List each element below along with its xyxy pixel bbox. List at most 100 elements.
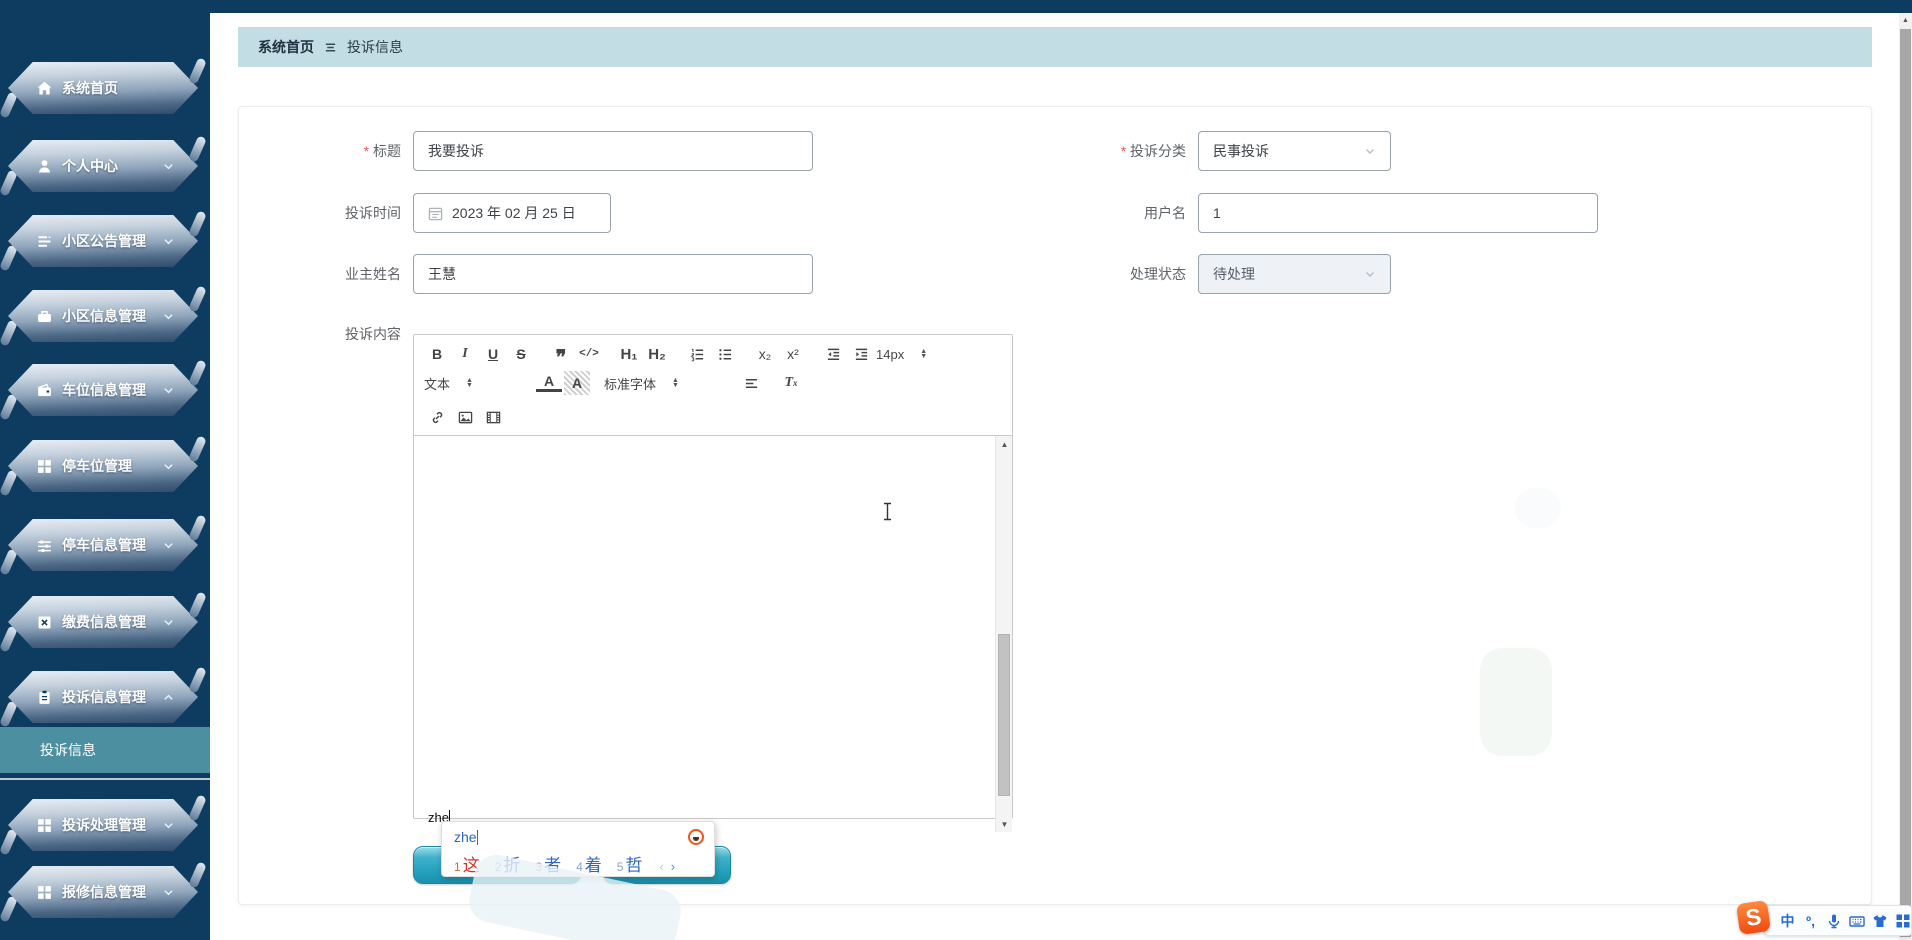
page-scrollbar[interactable]: ▲ (1899, 13, 1912, 940)
sidebar-item-label: 缴费信息管理 (62, 614, 146, 630)
sogou-logo-icon[interactable] (688, 829, 704, 845)
chinese-mode-icon[interactable]: 中 (1779, 911, 1796, 931)
content-label: 投诉内容 (345, 326, 401, 342)
time-label: 投诉时间 (345, 205, 401, 221)
subscript-button[interactable]: x₂ (752, 342, 778, 366)
scroll-up-icon[interactable]: ▲ (1899, 13, 1912, 28)
category-select[interactable]: 民事投诉 (1198, 131, 1391, 171)
sidebar-item-community-info[interactable]: 小区信息管理 (8, 290, 198, 342)
keyboard-icon[interactable] (1848, 913, 1865, 929)
sidebar-item-label: 系统首页 (62, 80, 118, 96)
sidebar-item-label: 投诉处理管理 (62, 817, 146, 833)
chevron-up-icon (163, 692, 174, 703)
punctuation-mode-icon[interactable]: º, (1802, 913, 1819, 929)
blockquote-button[interactable]: ❞ (548, 342, 574, 368)
toolbox-grid-icon[interactable] (1894, 913, 1911, 929)
clear-format-button[interactable]: Tx (778, 371, 804, 395)
bold-button[interactable]: B (424, 342, 450, 366)
doc-x-icon (36, 614, 53, 631)
scroll-down-icon[interactable]: ▼ (996, 816, 1012, 832)
chevron-down-icon (163, 617, 174, 628)
editor-content-area[interactable]: zhe ▲ ▼ (414, 436, 1012, 832)
title-input[interactable]: 我要投诉 (413, 131, 813, 171)
sidebar-item-home[interactable]: 系统首页 (8, 62, 198, 114)
scroll-up-icon[interactable]: ▲ (996, 436, 1012, 452)
editor-scrollbar[interactable]: ▲ ▼ (995, 436, 1012, 832)
text-color-button[interactable]: A (536, 374, 562, 392)
time-value: 2023 年 02 月 25 日 (452, 205, 576, 221)
underline-button[interactable]: U (480, 342, 506, 366)
sidebar-item-announcements[interactable]: 小区公告管理 (8, 215, 198, 267)
ime-candidate-window: zhe 1这 2折 3者 4着 5哲 ‹ › (441, 821, 715, 877)
header2-button[interactable]: H₂ (644, 342, 670, 366)
bullet-list-button[interactable] (712, 342, 738, 366)
sogou-s-logo[interactable]: S (1735, 899, 1772, 936)
ime-composition: zhe (454, 829, 477, 845)
sidebar-item-payment-info[interactable]: 缴费信息管理 (8, 596, 198, 648)
header1-button[interactable]: H₁ (616, 342, 642, 366)
ime-candidate[interactable]: 3者 (535, 851, 561, 876)
status-select[interactable]: 待处理 (1198, 254, 1391, 294)
strikethrough-button[interactable]: S (508, 342, 534, 366)
sidebar-item-complaint-handling[interactable]: 投诉处理管理 (8, 799, 198, 851)
sidebar-item-label: 个人中心 (62, 158, 118, 174)
chevron-down-icon (163, 311, 174, 322)
sidebar-item-label: 报修信息管理 (62, 884, 146, 900)
chevron-down-icon (163, 461, 174, 472)
ime-candidate[interactable]: 1这 (454, 851, 480, 876)
breadcrumb-home-link[interactable]: 系统首页 (258, 37, 314, 57)
user-icon (36, 158, 53, 175)
sliders-icon (36, 537, 53, 554)
page-scrollbar-thumb[interactable] (1900, 29, 1911, 937)
owner-name-input[interactable]: 王慧 (413, 254, 813, 294)
microphone-icon[interactable] (1825, 913, 1842, 929)
video-button[interactable] (480, 405, 506, 429)
sidebar-item-label: 投诉信息管理 (62, 689, 146, 705)
ime-candidate[interactable]: 2折 (495, 851, 521, 876)
italic-button[interactable]: I (452, 342, 478, 366)
top-bar (0, 0, 1912, 13)
sidebar-divider (0, 778, 210, 780)
sidebar-item-parking-info[interactable]: 停车信息管理 (8, 519, 198, 571)
owner-name-value: 王慧 (428, 266, 456, 282)
image-button[interactable] (452, 405, 478, 429)
updown-arrows-icon: ▲ ▼ (920, 348, 928, 360)
font-family-picker[interactable]: 标准字体 ▲ ▼ (604, 374, 722, 393)
ordered-list-button[interactable] (684, 342, 710, 366)
home-icon (36, 80, 53, 97)
sidebar-subitem-complaint-info[interactable]: 投诉信息 (0, 727, 210, 773)
skin-tshirt-icon[interactable] (1871, 913, 1888, 929)
sidebar-item-repair-info[interactable]: 报修信息管理 (8, 866, 198, 918)
ime-candidate[interactable]: 5哲 (617, 851, 643, 876)
sidebar-item-parking-space-mgmt[interactable]: 停车位管理 (8, 440, 198, 492)
sidebar-item-label: 停车位管理 (62, 458, 132, 474)
ime-prev-page[interactable]: ‹ (659, 859, 663, 874)
owner-name-label: 业主姓名 (345, 266, 401, 282)
header-style-value: 文本 (424, 376, 451, 392)
chevron-down-icon (163, 887, 174, 898)
category-value: 民事投诉 (1213, 143, 1269, 159)
superscript-button[interactable]: x² (780, 342, 806, 366)
sidebar-item-profile[interactable]: 个人中心 (8, 140, 198, 192)
sogou-toolbar: 中 º, (1764, 905, 1912, 936)
sidebar-item-label: 车位信息管理 (62, 382, 146, 398)
updown-arrows-icon: ▲ ▼ (466, 377, 473, 389)
indent-button[interactable] (848, 342, 874, 366)
header-style-picker[interactable]: 文本 ▲ ▼ (424, 374, 520, 393)
outdent-button[interactable] (820, 342, 846, 366)
highlight-color-button[interactable]: A (564, 371, 590, 395)
sidebar-item-complaint-info-mgmt[interactable]: 投诉信息管理 (8, 671, 198, 723)
align-button[interactable] (738, 371, 764, 395)
title-label: 标题 (239, 131, 401, 171)
sidebar-item-parking-space-info[interactable]: 车位信息管理 (8, 364, 198, 416)
editor-scrollbar-thumb[interactable] (998, 634, 1010, 797)
username-value: 1 (1213, 205, 1221, 221)
time-input[interactable]: 2023 年 02 月 25 日 (413, 193, 611, 233)
ime-candidate[interactable]: 4着 (576, 851, 602, 876)
code-block-button[interactable]: </> (576, 342, 602, 366)
font-size-picker[interactable]: 14px ▲ ▼ (876, 347, 962, 362)
ime-next-page[interactable]: › (671, 859, 675, 874)
breadcrumb-current: 投诉信息 (347, 39, 403, 55)
username-input[interactable]: 1 (1198, 193, 1598, 233)
link-button[interactable] (424, 405, 450, 429)
